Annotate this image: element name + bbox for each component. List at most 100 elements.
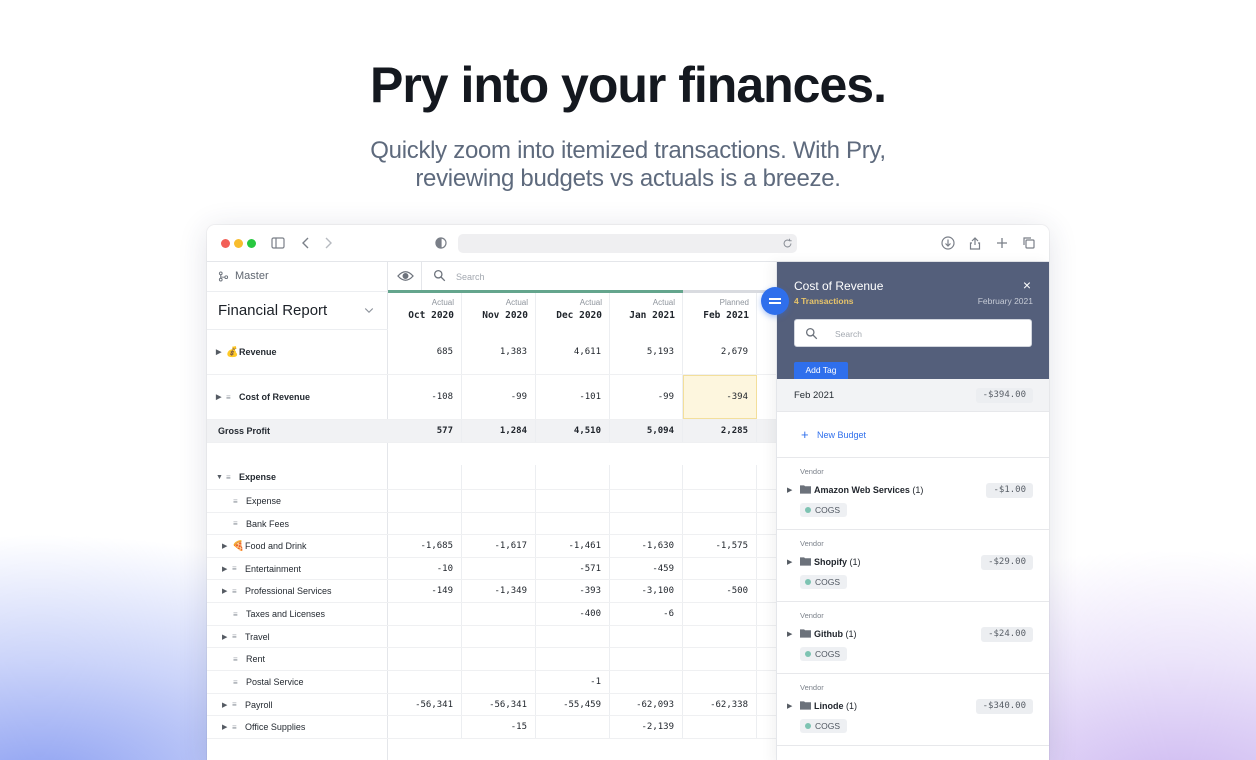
table-row[interactable]: Gross Profit 577 1,284 4,510 5,094 2,285: [207, 420, 776, 443]
table-row[interactable]: ▶ ≡ Office Supplies -15 -2,139: [207, 716, 776, 739]
close-window-dot[interactable]: [221, 239, 230, 248]
column-header[interactable]: Actual Nov 2020: [462, 293, 536, 330]
table-cell[interactable]: [609, 490, 683, 512]
new-budget-button[interactable]: + New Budget: [777, 412, 1049, 458]
table-cell[interactable]: [462, 648, 536, 670]
table-cell[interactable]: [683, 513, 757, 534]
table-cell[interactable]: [536, 513, 610, 534]
table-cell[interactable]: -1,685: [388, 535, 462, 557]
caret-right-icon[interactable]: ▶: [222, 565, 232, 573]
address-bar[interactable]: [458, 234, 797, 253]
table-cell[interactable]: -15: [462, 716, 536, 738]
table-cell[interactable]: [536, 626, 610, 647]
table-row[interactable]: ▶ 🍕 Food and Drink -1,685 -1,617 -1,461 -1,630…: [207, 535, 776, 558]
table-cell[interactable]: -99: [462, 375, 536, 419]
table-cell[interactable]: [388, 626, 462, 647]
caret-right-icon[interactable]: ▶: [787, 558, 792, 566]
table-cell[interactable]: -2,139: [609, 716, 683, 738]
caret-down-icon[interactable]: ▼: [216, 474, 226, 481]
column-header[interactable]: Actual Jan 2021: [609, 293, 683, 330]
table-cell[interactable]: [609, 626, 683, 647]
caret-right-icon[interactable]: ▶: [222, 542, 232, 550]
table-cell[interactable]: -108: [388, 375, 462, 419]
sidebar-toggle-icon[interactable]: [270, 235, 286, 251]
cogs-tag[interactable]: COGS: [800, 503, 848, 517]
column-header[interactable]: Actual Dec 2020: [536, 293, 610, 330]
minimize-window-dot[interactable]: [234, 239, 243, 248]
table-cell[interactable]: -459: [609, 558, 683, 579]
table-cell[interactable]: [683, 671, 757, 693]
table-cell[interactable]: 5,094: [609, 420, 683, 442]
forward-icon[interactable]: [320, 235, 336, 251]
table-row[interactable]: ▶ ≡ Travel: [207, 626, 776, 648]
table-row[interactable]: ▶ ≡ Entertainment -10 -571 -459: [207, 558, 776, 580]
download-icon[interactable]: [940, 235, 956, 251]
caret-right-icon[interactable]: ▶: [787, 702, 792, 710]
table-cell[interactable]: -149: [388, 580, 462, 602]
back-icon[interactable]: [298, 235, 314, 251]
table-cell[interactable]: [683, 558, 757, 579]
privacy-shield-icon[interactable]: [433, 235, 449, 251]
caret-right-icon[interactable]: ▶: [216, 393, 226, 401]
table-cell[interactable]: [609, 648, 683, 670]
table-cell[interactable]: -56,341: [388, 694, 462, 715]
table-row[interactable]: ▼ ≡ Expense: [207, 465, 776, 490]
grid-search-input[interactable]: Search: [456, 272, 485, 282]
table-cell[interactable]: -1: [536, 671, 610, 693]
table-cell[interactable]: -99: [609, 375, 683, 419]
table-cell[interactable]: [683, 648, 757, 670]
table-cell[interactable]: -1,617: [462, 535, 536, 557]
table-cell[interactable]: [388, 648, 462, 670]
branch-selector[interactable]: Master: [218, 270, 269, 282]
table-cell[interactable]: [388, 716, 462, 738]
table-row[interactable]: ≡ Bank Fees: [207, 513, 776, 535]
table-cell[interactable]: 1,383: [462, 330, 536, 374]
cogs-tag[interactable]: COGS: [800, 647, 848, 661]
panel-search-input[interactable]: Search: [794, 319, 1032, 347]
chevron-down-icon[interactable]: [363, 304, 375, 316]
table-row[interactable]: ≡ Rent: [207, 648, 776, 671]
table-cell[interactable]: [536, 716, 610, 738]
table-row[interactable]: ≡ Taxes and Licenses -400 -6: [207, 603, 776, 626]
table-cell[interactable]: -1,630: [609, 535, 683, 557]
table-row[interactable]: ▶ ≡ Cost of Revenue -108 -99 -101 -99 -394: [207, 375, 776, 420]
table-cell[interactable]: [609, 465, 683, 489]
table-cell[interactable]: -1,575: [683, 535, 757, 557]
table-cell[interactable]: -571: [536, 558, 610, 579]
vendor-row[interactable]: Vendor ▶ Shopify (1) -$29.00 COGS: [777, 530, 1049, 602]
caret-right-icon[interactable]: ▶: [787, 486, 792, 494]
table-cell[interactable]: -400: [536, 603, 610, 625]
table-cell[interactable]: [536, 465, 610, 489]
vendor-row[interactable]: Vendor ▶ Linode (1) -$340.00 COGS: [777, 674, 1049, 746]
table-cell[interactable]: [609, 671, 683, 693]
caret-right-icon[interactable]: ▶: [787, 630, 792, 638]
table-cell[interactable]: -6: [609, 603, 683, 625]
share-icon[interactable]: [967, 235, 983, 251]
table-cell[interactable]: 2,285: [683, 420, 757, 442]
table-cell[interactable]: -500: [683, 580, 757, 602]
table-cell[interactable]: [536, 648, 610, 670]
table-cell[interactable]: 4,510: [536, 420, 610, 442]
add-tag-button[interactable]: Add Tag: [794, 362, 848, 379]
cogs-tag[interactable]: COGS: [800, 719, 848, 733]
table-cell[interactable]: [388, 513, 462, 534]
table-cell[interactable]: [683, 465, 757, 489]
table-cell[interactable]: [683, 716, 757, 738]
column-header[interactable]: Actual Oct 2020: [388, 293, 462, 330]
table-cell[interactable]: [462, 513, 536, 534]
table-cell[interactable]: -393: [536, 580, 610, 602]
table-cell[interactable]: [683, 603, 757, 625]
table-cell[interactable]: -1,349: [462, 580, 536, 602]
new-tab-icon[interactable]: [994, 235, 1010, 251]
table-cell[interactable]: [388, 490, 462, 512]
table-cell[interactable]: -55,459: [536, 694, 610, 715]
table-cell[interactable]: [462, 558, 536, 579]
period-row[interactable]: Feb 2021 -$394.00: [777, 379, 1049, 412]
table-cell[interactable]: [683, 490, 757, 512]
table-cell[interactable]: 577: [388, 420, 462, 442]
reload-icon[interactable]: [782, 238, 793, 249]
eye-icon[interactable]: [397, 269, 414, 283]
table-cell[interactable]: -62,093: [609, 694, 683, 715]
table-cell[interactable]: [536, 490, 610, 512]
column-header[interactable]: Planned Feb 2021: [683, 293, 757, 330]
